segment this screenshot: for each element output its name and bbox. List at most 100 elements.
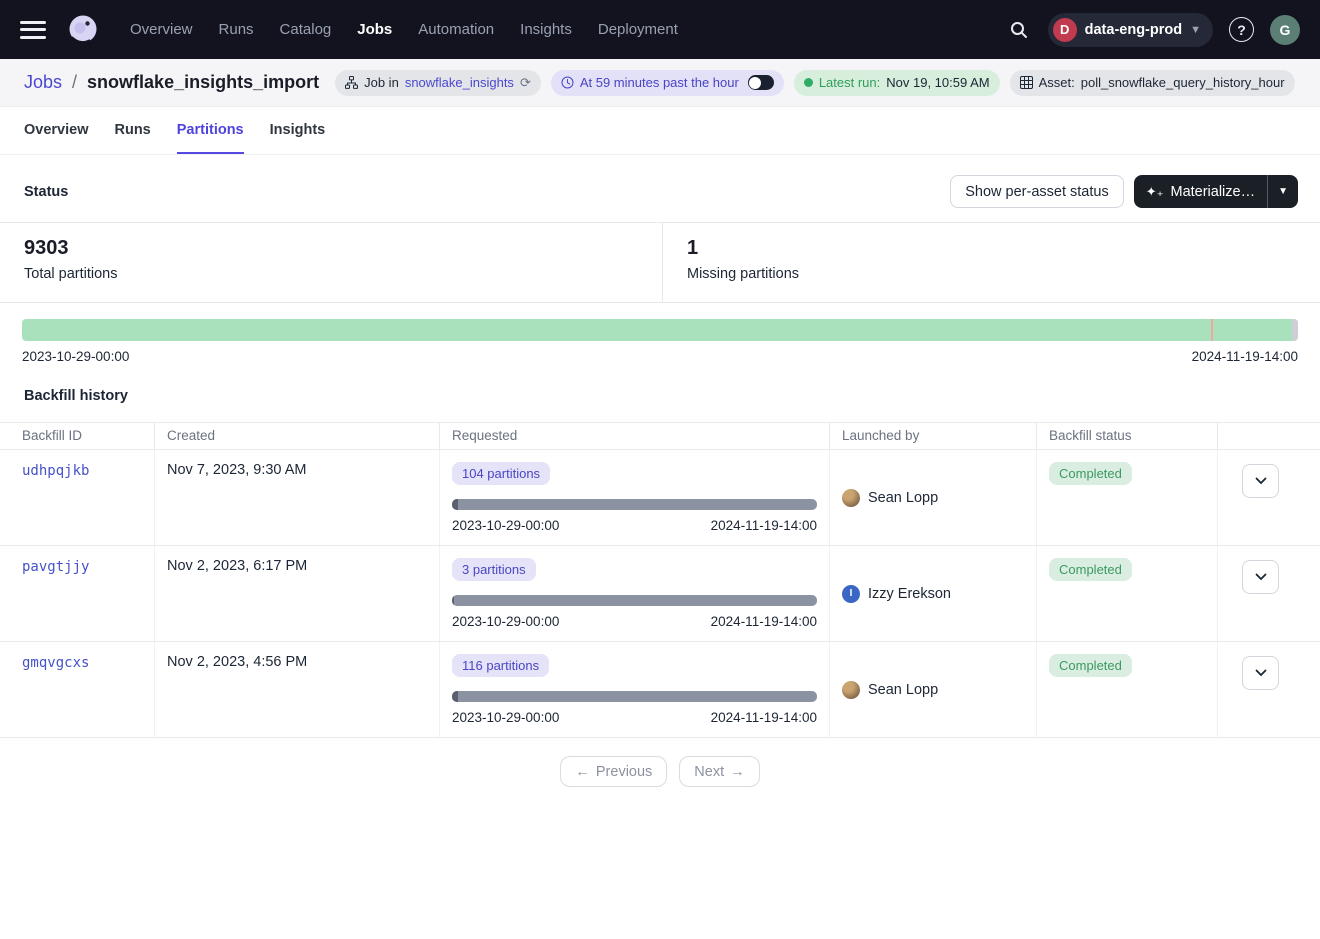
col-backfill-id: Backfill ID [0,423,155,449]
health-range-end: 2024-11-19-14:00 [1192,349,1298,364]
launched-by-name: Sean Lopp [868,682,938,698]
asset-table-icon [1020,76,1033,89]
status-header-row: Status Show per-asset status ✦₊ Material… [0,155,1320,222]
requested-range-start: 2023-10-29-00:00 [452,710,559,725]
asset-badge-value[interactable]: poll_snowflake_query_history_hour [1081,75,1285,90]
deployment-switcher[interactable]: D data-eng-prod ▼ [1048,13,1213,47]
deployment-name: data-eng-prod [1085,22,1182,38]
job-graph-icon [345,76,358,89]
primary-nav: Overview Runs Catalog Jobs Automation In… [130,21,678,38]
total-partitions-value: 9303 [24,237,638,260]
top-nav: Overview Runs Catalog Jobs Automation In… [0,0,1320,59]
col-launched-by: Launched by [830,423,1037,449]
chevron-down-icon: ▼ [1190,24,1201,36]
row-expand-button[interactable] [1242,560,1279,594]
missing-partitions-label: Missing partitions [687,266,799,282]
page-title: snowflake_insights_import [87,72,319,93]
row-expand-button[interactable] [1242,656,1279,690]
backfill-created: Nov 2, 2023, 6:17 PM [155,546,440,641]
backfill-status-badge: Completed [1049,558,1132,581]
nav-item-runs[interactable]: Runs [219,21,254,38]
col-requested: Requested [440,423,830,449]
requested-range-start: 2023-10-29-00:00 [452,614,559,629]
latest-run-value[interactable]: Nov 19, 10:59 AM [886,75,989,90]
launched-by-name: Sean Lopp [868,490,938,506]
requested-partitions-pill[interactable]: 104 partitions [452,462,550,485]
nav-item-overview[interactable]: Overview [130,21,193,38]
user-avatar[interactable]: G [1270,15,1300,45]
backfill-created: Nov 7, 2023, 9:30 AM [155,450,440,545]
tab-overview[interactable]: Overview [24,107,89,154]
job-tabs: Overview Runs Partitions Insights [0,107,1320,155]
requested-partitions-pill[interactable]: 116 partitions [452,654,549,677]
nav-item-deployment[interactable]: Deployment [598,21,678,38]
job-repo-link[interactable]: snowflake_insights [405,75,514,90]
tab-insights[interactable]: Insights [270,107,326,154]
backfill-created: Nov 2, 2023, 4:56 PM [155,642,440,737]
status-section-title: Status [24,184,68,200]
asset-badge-label: Asset: [1039,75,1075,90]
missing-partitions-stat: 1 Missing partitions [663,223,823,302]
asset-badge: Asset: poll_snowflake_query_history_hour [1010,70,1295,96]
schedule-toggle[interactable] [748,75,774,90]
nav-item-jobs[interactable]: Jobs [357,21,392,38]
schedule-badge: At 59 minutes past the hour [551,70,784,96]
health-bar-endcap [1292,319,1298,341]
backfill-history-title: Backfill history [0,364,1320,422]
missing-partition-marker [1211,319,1213,341]
requested-range-end: 2024-11-19-14:00 [711,710,817,725]
backfill-status-badge: Completed [1049,654,1132,677]
backfill-id-link[interactable]: udhpqjkb [22,463,89,479]
backfill-table-header: Backfill ID Created Requested Launched b… [0,422,1320,450]
dagster-logo-icon[interactable] [64,11,102,49]
tab-partitions[interactable]: Partitions [177,107,244,154]
reload-icon[interactable]: ⟳ [520,75,531,91]
requested-range-bar [452,595,817,606]
materialize-label: Materialize… [1170,184,1255,200]
job-badge-prefix: Job in [364,75,399,90]
backfill-id-link[interactable]: pavgtjjy [22,559,89,575]
sparkle-icon: ✦₊ [1146,184,1164,200]
backfill-id-link[interactable]: gmqvgcxs [22,655,89,671]
breadcrumb-separator: / [72,72,77,93]
clock-icon [561,76,574,89]
requested-range-end: 2024-11-19-14:00 [711,518,817,533]
nav-item-catalog[interactable]: Catalog [280,21,332,38]
requested-range-bar [452,691,817,702]
previous-page-button[interactable]: ← Previous [560,756,667,787]
latest-run-label: Latest run: [819,75,880,90]
requested-partitions-pill[interactable]: 3 partitions [452,558,536,581]
user-avatar: I [842,585,860,603]
breadcrumb-jobs-link[interactable]: Jobs [24,72,62,93]
next-page-button[interactable]: Next → [679,756,759,787]
launched-by-name: Izzy Erekson [868,586,951,602]
nav-item-automation[interactable]: Automation [418,21,494,38]
materialize-button[interactable]: ✦₊ Materialize… ▼ [1134,175,1298,208]
schedule-badge-label: At 59 minutes past the hour [580,75,739,90]
row-expand-button[interactable] [1242,464,1279,498]
show-per-asset-status-button[interactable]: Show per-asset status [950,175,1123,208]
missing-partitions-value: 1 [687,237,799,260]
deployment-badge: D [1053,18,1077,42]
requested-range-bar [452,499,817,510]
materialize-dropdown-caret[interactable]: ▼ [1268,175,1298,208]
pagination: ← Previous Next → [0,738,1320,805]
partition-health-section: 2023-10-29-00:00 2024-11-19-14:00 [0,303,1320,364]
nav-item-insights[interactable]: Insights [520,21,572,38]
tab-runs[interactable]: Runs [115,107,151,154]
user-avatar [842,489,860,507]
status-dot-icon [804,78,813,87]
user-avatar [842,681,860,699]
total-partitions-stat: 9303 Total partitions [0,223,663,302]
partition-health-bar[interactable] [22,319,1298,341]
col-actions [1218,423,1320,449]
latest-run-badge: Latest run: Nov 19, 10:59 AM [794,70,1000,96]
help-icon[interactable]: ? [1229,17,1254,42]
health-range-start: 2023-10-29-00:00 [22,349,129,364]
breadcrumb-bar: Jobs / snowflake_insights_import Job in … [0,59,1320,107]
hamburger-menu-icon[interactable] [20,21,46,39]
requested-range-end: 2024-11-19-14:00 [711,614,817,629]
col-created: Created [155,423,440,449]
search-icon[interactable] [1006,17,1032,43]
table-row: udhpqjkb Nov 7, 2023, 9:30 AM 104 partit… [0,450,1320,546]
